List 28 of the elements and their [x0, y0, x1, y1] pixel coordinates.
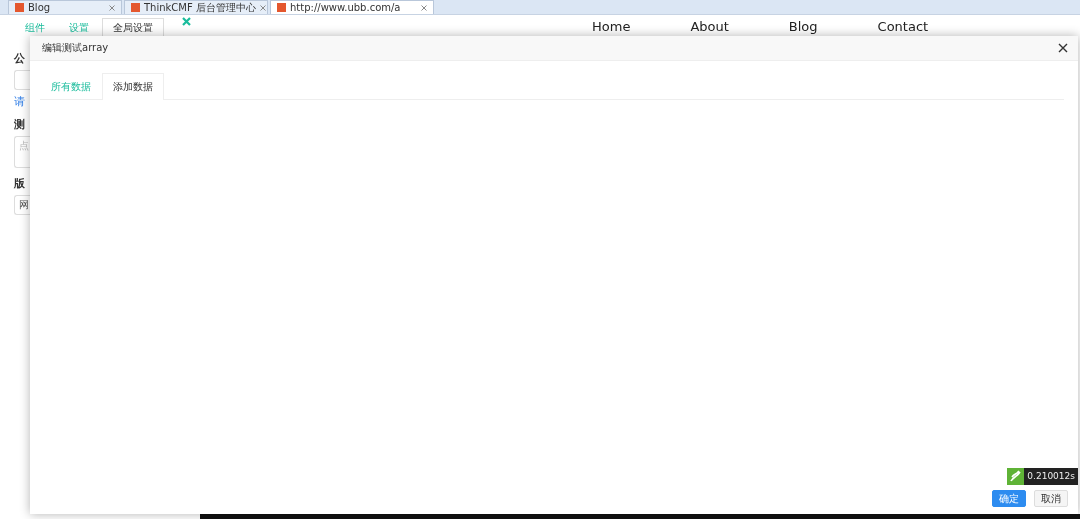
- help-text: 请: [14, 94, 25, 109]
- field-label: 测: [14, 117, 25, 132]
- browser-tab[interactable]: http://www.ubb.com/a: [270, 0, 434, 14]
- favicon-icon: [131, 3, 140, 12]
- close-icon[interactable]: [109, 4, 115, 11]
- nav-link[interactable]: Blog: [788, 19, 818, 34]
- cancel-button[interactable]: 取消: [1034, 490, 1068, 507]
- load-time: 0.210012s: [1026, 470, 1076, 483]
- leaf-logo-icon: [1007, 468, 1025, 485]
- close-icon[interactable]: [182, 17, 191, 26]
- favicon-icon: [277, 3, 286, 12]
- tab-title: http://www.ubb.com/a: [290, 2, 401, 13]
- favicon-icon: [15, 3, 24, 12]
- field-label: 版: [14, 176, 25, 191]
- nav-link[interactable]: Contact: [877, 19, 929, 34]
- debug-badge[interactable]: 0.210012s: [1007, 468, 1078, 485]
- browser-tab[interactable]: Blog: [8, 0, 122, 14]
- tab-title: Blog: [28, 2, 51, 13]
- nav-link[interactable]: About: [690, 19, 729, 34]
- dialog-title: 编辑测试array: [42, 41, 109, 55]
- nav-link[interactable]: Home: [592, 19, 631, 34]
- browser-tab[interactable]: ThinkCMF 后台管理中心: [124, 0, 268, 14]
- close-icon[interactable]: [421, 4, 427, 11]
- tab-title: ThinkCMF 后台管理中心: [144, 1, 256, 14]
- dialog-tab[interactable]: 添加数据: [102, 73, 164, 100]
- close-icon[interactable]: [259, 4, 266, 11]
- field-label: 公: [14, 51, 25, 66]
- close-icon: [1058, 43, 1068, 53]
